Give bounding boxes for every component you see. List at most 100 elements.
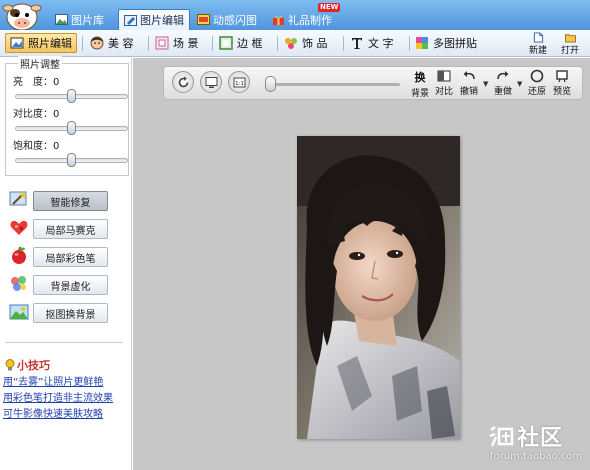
watermark: 社区 forum.taobao.com xyxy=(488,420,582,462)
scene-icon xyxy=(155,36,169,50)
button-label: 重做 xyxy=(494,87,513,97)
preview-button[interactable]: 预览 xyxy=(553,69,571,98)
actual-size-icon: 1:1 xyxy=(233,77,245,87)
image-edit-icon xyxy=(124,14,137,26)
subtab-photo-edit[interactable]: 照片编辑 xyxy=(5,33,77,53)
new-button[interactable]: 新建 xyxy=(524,32,552,56)
tab-image-library[interactable]: 图片库 xyxy=(50,9,109,30)
rotate-icon xyxy=(178,76,188,87)
button-label: 预览 xyxy=(553,87,572,97)
divider xyxy=(409,36,410,51)
taobao-logo-icon xyxy=(489,426,514,447)
contrast-label: 对比度：0 xyxy=(13,109,60,120)
brightness-slider[interactable] xyxy=(15,89,128,103)
cutout-image-icon xyxy=(9,304,29,320)
beauty-face-icon xyxy=(90,36,104,50)
subtab-text[interactable]: 文 字 xyxy=(350,33,394,53)
tab-label: 图片编辑 xyxy=(140,14,184,27)
background-blur-button[interactable]: 背景虚化 xyxy=(33,275,108,295)
saturation-slider-thumb[interactable] xyxy=(67,153,76,167)
compare-icon xyxy=(437,70,451,82)
tab-label: 礼品制作 xyxy=(288,13,332,27)
svg-text:1:1: 1:1 xyxy=(235,81,244,87)
zoom-slider-thumb[interactable] xyxy=(265,76,276,92)
monitor-icon xyxy=(205,76,217,88)
change-background-button[interactable]: 换 背景 xyxy=(411,69,430,99)
redo-dropdown-icon[interactable]: ▼ xyxy=(517,80,522,88)
button-label: 背景 xyxy=(411,89,430,99)
app-logo-icon xyxy=(2,3,42,31)
rotate-button[interactable] xyxy=(172,71,194,93)
tip-link-dehaze[interactable]: 用“去雾”让照片更鲜艳 xyxy=(3,373,103,388)
zoom-slider[interactable] xyxy=(265,76,400,92)
preview-icon xyxy=(556,70,568,83)
subtab-collage[interactable]: 多图拼贴 xyxy=(415,33,477,53)
gift-icon xyxy=(273,15,284,25)
lightbulb-icon xyxy=(5,359,15,371)
tab-label: 动感闪图 xyxy=(213,13,257,27)
subtab-beauty[interactable]: 美 容 xyxy=(90,33,134,53)
undo-button[interactable]: 撤销 xyxy=(460,69,478,98)
tab-flash-animation[interactable]: 动感闪图 xyxy=(192,9,262,30)
brightness-slider-thumb[interactable] xyxy=(67,89,76,103)
open-folder-icon xyxy=(564,34,576,43)
cutout-background-button[interactable]: 抠图换背景 xyxy=(33,303,108,323)
tab-image-edit[interactable]: 图片编辑 xyxy=(118,9,190,30)
accessory-icon xyxy=(285,38,297,49)
photo-adjust-title: 照片调整 xyxy=(18,56,62,71)
image-library-icon xyxy=(55,14,68,25)
color-apple-icon xyxy=(12,246,26,264)
text-icon xyxy=(352,38,362,49)
divider xyxy=(148,36,149,51)
restore-icon xyxy=(530,69,544,83)
divider xyxy=(5,342,123,343)
open-button[interactable]: 打开 xyxy=(556,32,584,56)
subtab-accessory[interactable]: 饰 品 xyxy=(284,33,328,53)
smart-repair-button[interactable]: 智能修复 xyxy=(33,191,108,211)
subtab-label: 美 容 xyxy=(108,37,134,50)
local-mosaic-button[interactable]: 局部马赛克 xyxy=(33,219,108,239)
photo-edit-icon xyxy=(10,37,24,49)
tab-gift-making[interactable]: 礼品制作 xyxy=(267,9,337,30)
local-color-pen-button[interactable]: 局部彩色笔 xyxy=(33,247,108,267)
button-label: 对比 xyxy=(435,87,454,97)
subtab-label: 边 框 xyxy=(237,37,263,50)
tip-link-color-pen[interactable]: 用彩色笔打造非主流效果 xyxy=(3,389,113,404)
subtab-frame[interactable]: 边 框 xyxy=(219,33,263,53)
canvas-area: 1:1 换 背景 对比 撤销 ▼ 重做 ▼ 还原 预览 社区 forum.tao… xyxy=(133,58,590,470)
tab-label: 图片库 xyxy=(71,13,104,27)
compare-button[interactable]: 对比 xyxy=(435,69,453,98)
divider xyxy=(212,36,213,51)
open-button-label: 打开 xyxy=(560,46,579,56)
tip-link-skin-beauty[interactable]: 可牛影像快速美肤攻略 xyxy=(3,405,103,420)
contrast-slider[interactable] xyxy=(15,121,128,135)
redo-icon xyxy=(497,71,509,80)
new-file-icon xyxy=(533,32,543,43)
undo-dropdown-icon[interactable]: ▼ xyxy=(483,80,488,88)
flash-animation-icon xyxy=(197,14,210,25)
mosaic-heart-icon xyxy=(10,220,28,235)
magic-wand-icon xyxy=(9,191,27,206)
frame-icon xyxy=(219,36,233,50)
saturation-slider[interactable] xyxy=(15,153,128,167)
redo-button[interactable]: 重做 xyxy=(494,69,512,98)
image-toolbar: 1:1 换 背景 对比 撤销 ▼ 重做 ▼ 还原 预览 xyxy=(163,66,583,100)
button-label: 还原 xyxy=(528,87,547,97)
subtab-label: 文 字 xyxy=(368,37,394,50)
watermark-url: forum.taobao.com xyxy=(490,451,583,462)
fit-screen-button[interactable] xyxy=(200,71,222,93)
change-glyph: 换 xyxy=(414,71,426,84)
subtab-scene[interactable]: 场 景 xyxy=(155,33,199,53)
saturation-label: 饱和度：0 xyxy=(13,141,60,152)
left-panel: 照片调整 亮 度：0 对比度：0 饱和度：0 智能修复 局部马赛克 局部彩色笔 … xyxy=(0,56,132,470)
tips-heading: 小技巧 xyxy=(5,357,50,373)
blur-dots-icon xyxy=(11,276,26,291)
title-bar: 图片库 图片编辑 动感闪图 礼品制作 NEW xyxy=(0,0,590,31)
actual-size-button[interactable]: 1:1 xyxy=(228,71,250,93)
contrast-slider-thumb[interactable] xyxy=(67,121,76,135)
brightness-label: 亮 度：0 xyxy=(13,77,60,88)
new-badge: NEW xyxy=(318,3,341,12)
divider xyxy=(277,36,278,51)
edited-photo[interactable] xyxy=(297,136,460,439)
restore-button[interactable]: 还原 xyxy=(528,69,546,98)
